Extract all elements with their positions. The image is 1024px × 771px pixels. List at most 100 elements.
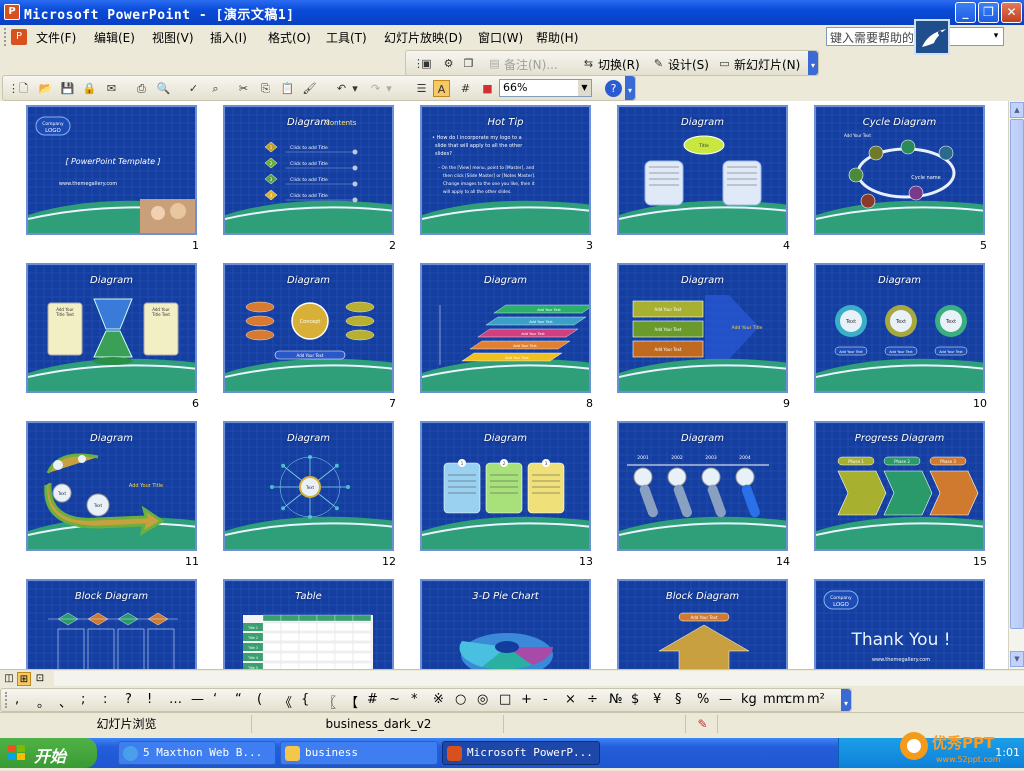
symbol-button[interactable]: 《 (279, 692, 292, 711)
chevron-down-icon[interactable]: ▼ (578, 80, 591, 96)
menu-help[interactable]: 帮助(H) (536, 29, 578, 46)
symbol-button[interactable]: - (543, 692, 548, 707)
paste-icon[interactable]: 📋 (279, 80, 296, 97)
print-icon[interactable]: ⎙ (133, 80, 150, 97)
new-slide-button[interactable]: 新幻灯片(N) (734, 56, 800, 73)
slide-thumbnail-2[interactable]: 1 Click to add Title 2 Click to add Title 3 C… (223, 105, 394, 235)
menu-slideshow[interactable]: 幻灯片放映(D) (384, 29, 463, 46)
symbol-button[interactable]: ~ (389, 692, 400, 707)
slide-design-icon[interactable]: ▣ (418, 55, 435, 72)
slide-thumbnail-9[interactable]: Add Your Text Add Your Text Add Your Text A… (617, 263, 788, 393)
symbol-button[interactable]: × (565, 692, 576, 707)
notes-button[interactable]: 备注(N)... (504, 56, 558, 73)
symbol-button[interactable]: — (719, 692, 732, 707)
task-powerpoint[interactable]: Microsoft PowerP... (442, 741, 600, 765)
horizontal-scrollbar[interactable] (54, 671, 1024, 686)
symbol-button[interactable]: □ (499, 692, 511, 707)
document-icon[interactable]: P (11, 29, 27, 45)
color-grayscale-icon[interactable]: ■ (479, 80, 496, 97)
spelling-status-icon[interactable]: ✎ (688, 715, 718, 733)
menu-insert[interactable]: 插入(I) (210, 29, 247, 46)
spelling-icon[interactable]: ✓ (185, 80, 202, 97)
symbol-button[interactable]: … (169, 692, 182, 707)
symbol-button[interactable]: + (521, 692, 532, 707)
expand-all-icon[interactable]: ☰ (413, 80, 430, 97)
slideshow-view-icon[interactable]: ⊡ (33, 672, 47, 686)
permission-icon[interactable]: 🔒 (81, 80, 98, 97)
slide-sorter-view-icon[interactable]: ⊞ (17, 672, 31, 686)
symbol-button[interactable]: ¥ (653, 692, 661, 707)
symbol-button[interactable]: ‘ (213, 692, 217, 707)
copy-layout-icon[interactable]: ❐ (460, 55, 477, 72)
title-bar[interactable]: P Microsoft PowerPoint - [演示文稿1] _ ❐ ✕ (0, 0, 1024, 25)
slide-thumbnail-10[interactable]: Text Add Your Text Text Add Your Text Text Ad… (814, 263, 985, 393)
cut-icon[interactable]: ✂ (235, 80, 252, 97)
symbol-button[interactable]: % (697, 692, 709, 707)
slide-thumbnail-19[interactable]: Add Your Text Block Diagram (617, 579, 788, 669)
transition-icon[interactable]: ⇆ (580, 55, 597, 72)
slide-thumbnail-3[interactable]: • How do I incorporate my logo to a slide… (420, 105, 591, 235)
design-button[interactable]: 设计(S) (668, 56, 709, 73)
slide-thumbnail-12[interactable]: Text Diagram (223, 421, 394, 551)
start-button[interactable]: 开始 (0, 738, 97, 768)
symbol-button[interactable]: m² (807, 692, 825, 707)
slide-thumbnail-4[interactable]: Title Diagram (617, 105, 788, 235)
undo-icon[interactable]: ↶ (333, 80, 350, 97)
symbol-button[interactable]: , (15, 692, 19, 707)
symbol-button[interactable]: * (411, 692, 418, 707)
symbol-button[interactable]: 【 (345, 692, 358, 711)
symbol-button[interactable]: $ (631, 692, 639, 707)
slide-thumbnail-1[interactable]: Company LOGO [ PowerPoint Template ] www.th… (26, 105, 197, 235)
symbol-button[interactable]: ( (257, 692, 262, 707)
grip-icon[interactable] (5, 692, 9, 708)
symbol-button[interactable]: 。 (37, 692, 50, 711)
slide-thumbnail-13[interactable]: 1 2 3 Diagram (420, 421, 591, 551)
symbol-button[interactable]: № (609, 692, 623, 707)
menu-edit[interactable]: 编辑(E) (94, 29, 135, 46)
symbol-button[interactable]: : (103, 692, 107, 707)
symbol-button[interactable]: ÷ (587, 692, 598, 707)
chevron-down-icon[interactable]: ▾ (989, 28, 1003, 45)
normal-view-icon[interactable]: ◫ (2, 672, 16, 686)
symbol-button[interactable]: ○ (455, 692, 466, 707)
symbol-button[interactable]: ? (125, 692, 132, 707)
toolbar-options-icon[interactable]: ▾ (808, 51, 818, 75)
scroll-down-icon[interactable]: ▼ (1010, 651, 1024, 667)
transition-button[interactable]: 切换(R) (598, 56, 640, 73)
toolbar-options-icon[interactable]: ▾ (841, 689, 851, 711)
print-preview-icon[interactable]: 🔍 (155, 80, 172, 97)
format-painter-icon[interactable]: 🖌 (301, 80, 318, 97)
powerpoint-app-icon[interactable]: P (4, 4, 20, 20)
task-folder[interactable]: business (280, 741, 438, 765)
slide-thumbnail-5[interactable]: Cycle name Add Your Text Cycle Diagram (814, 105, 985, 235)
slide-thumbnail-17[interactable]: Title 1Title 2Title 3Title 4Title 5Title… (223, 579, 394, 669)
symbol-button[interactable]: 〖 (323, 692, 336, 711)
notes-icon[interactable]: ▤ (486, 55, 503, 72)
slide-thumbnail-16[interactable]: Block Diagram (26, 579, 197, 669)
symbol-button[interactable]: { (301, 692, 309, 707)
new-slide-icon[interactable]: ▭ (716, 55, 733, 72)
menu-file[interactable]: 文件(F) (36, 29, 76, 46)
research-icon[interactable]: ⌕ (207, 80, 224, 97)
menu-tools[interactable]: 工具(T) (326, 29, 367, 46)
slide-thumbnail-15[interactable]: Phase 1 Phase 2 Phase 3 Progress Diagram (814, 421, 985, 551)
symbol-button[interactable]: ※ (433, 692, 444, 707)
slide-thumbnail-20[interactable]: Company LOGO Thank You ! www.themegallery.c… (814, 579, 985, 669)
redo-dropdown-icon[interactable]: ▾ (385, 80, 393, 97)
symbol-button[interactable]: “ (235, 692, 242, 707)
copy-icon[interactable]: ⎘ (257, 80, 274, 97)
office-assistant-icon[interactable] (914, 19, 950, 55)
open-folder-icon[interactable]: 📂 (37, 80, 54, 97)
help-icon[interactable]: ? (605, 80, 622, 97)
email-icon[interactable]: ✉ (103, 80, 120, 97)
redo-icon[interactable]: ↷ (367, 80, 384, 97)
slide-thumbnail-7[interactable]: Concept Add Your Text Diagram (223, 263, 394, 393)
menu-grip[interactable] (4, 28, 8, 46)
show-formatting-icon[interactable]: A (433, 80, 450, 97)
symbol-button[interactable]: — (191, 692, 204, 707)
undo-dropdown-icon[interactable]: ▾ (351, 80, 359, 97)
scroll-thumb[interactable] (1010, 119, 1024, 629)
task-maxthon[interactable]: 5 Maxthon Web B... (118, 741, 276, 765)
minimize-button[interactable]: _ (955, 2, 976, 23)
symbol-button[interactable]: § (675, 692, 682, 707)
